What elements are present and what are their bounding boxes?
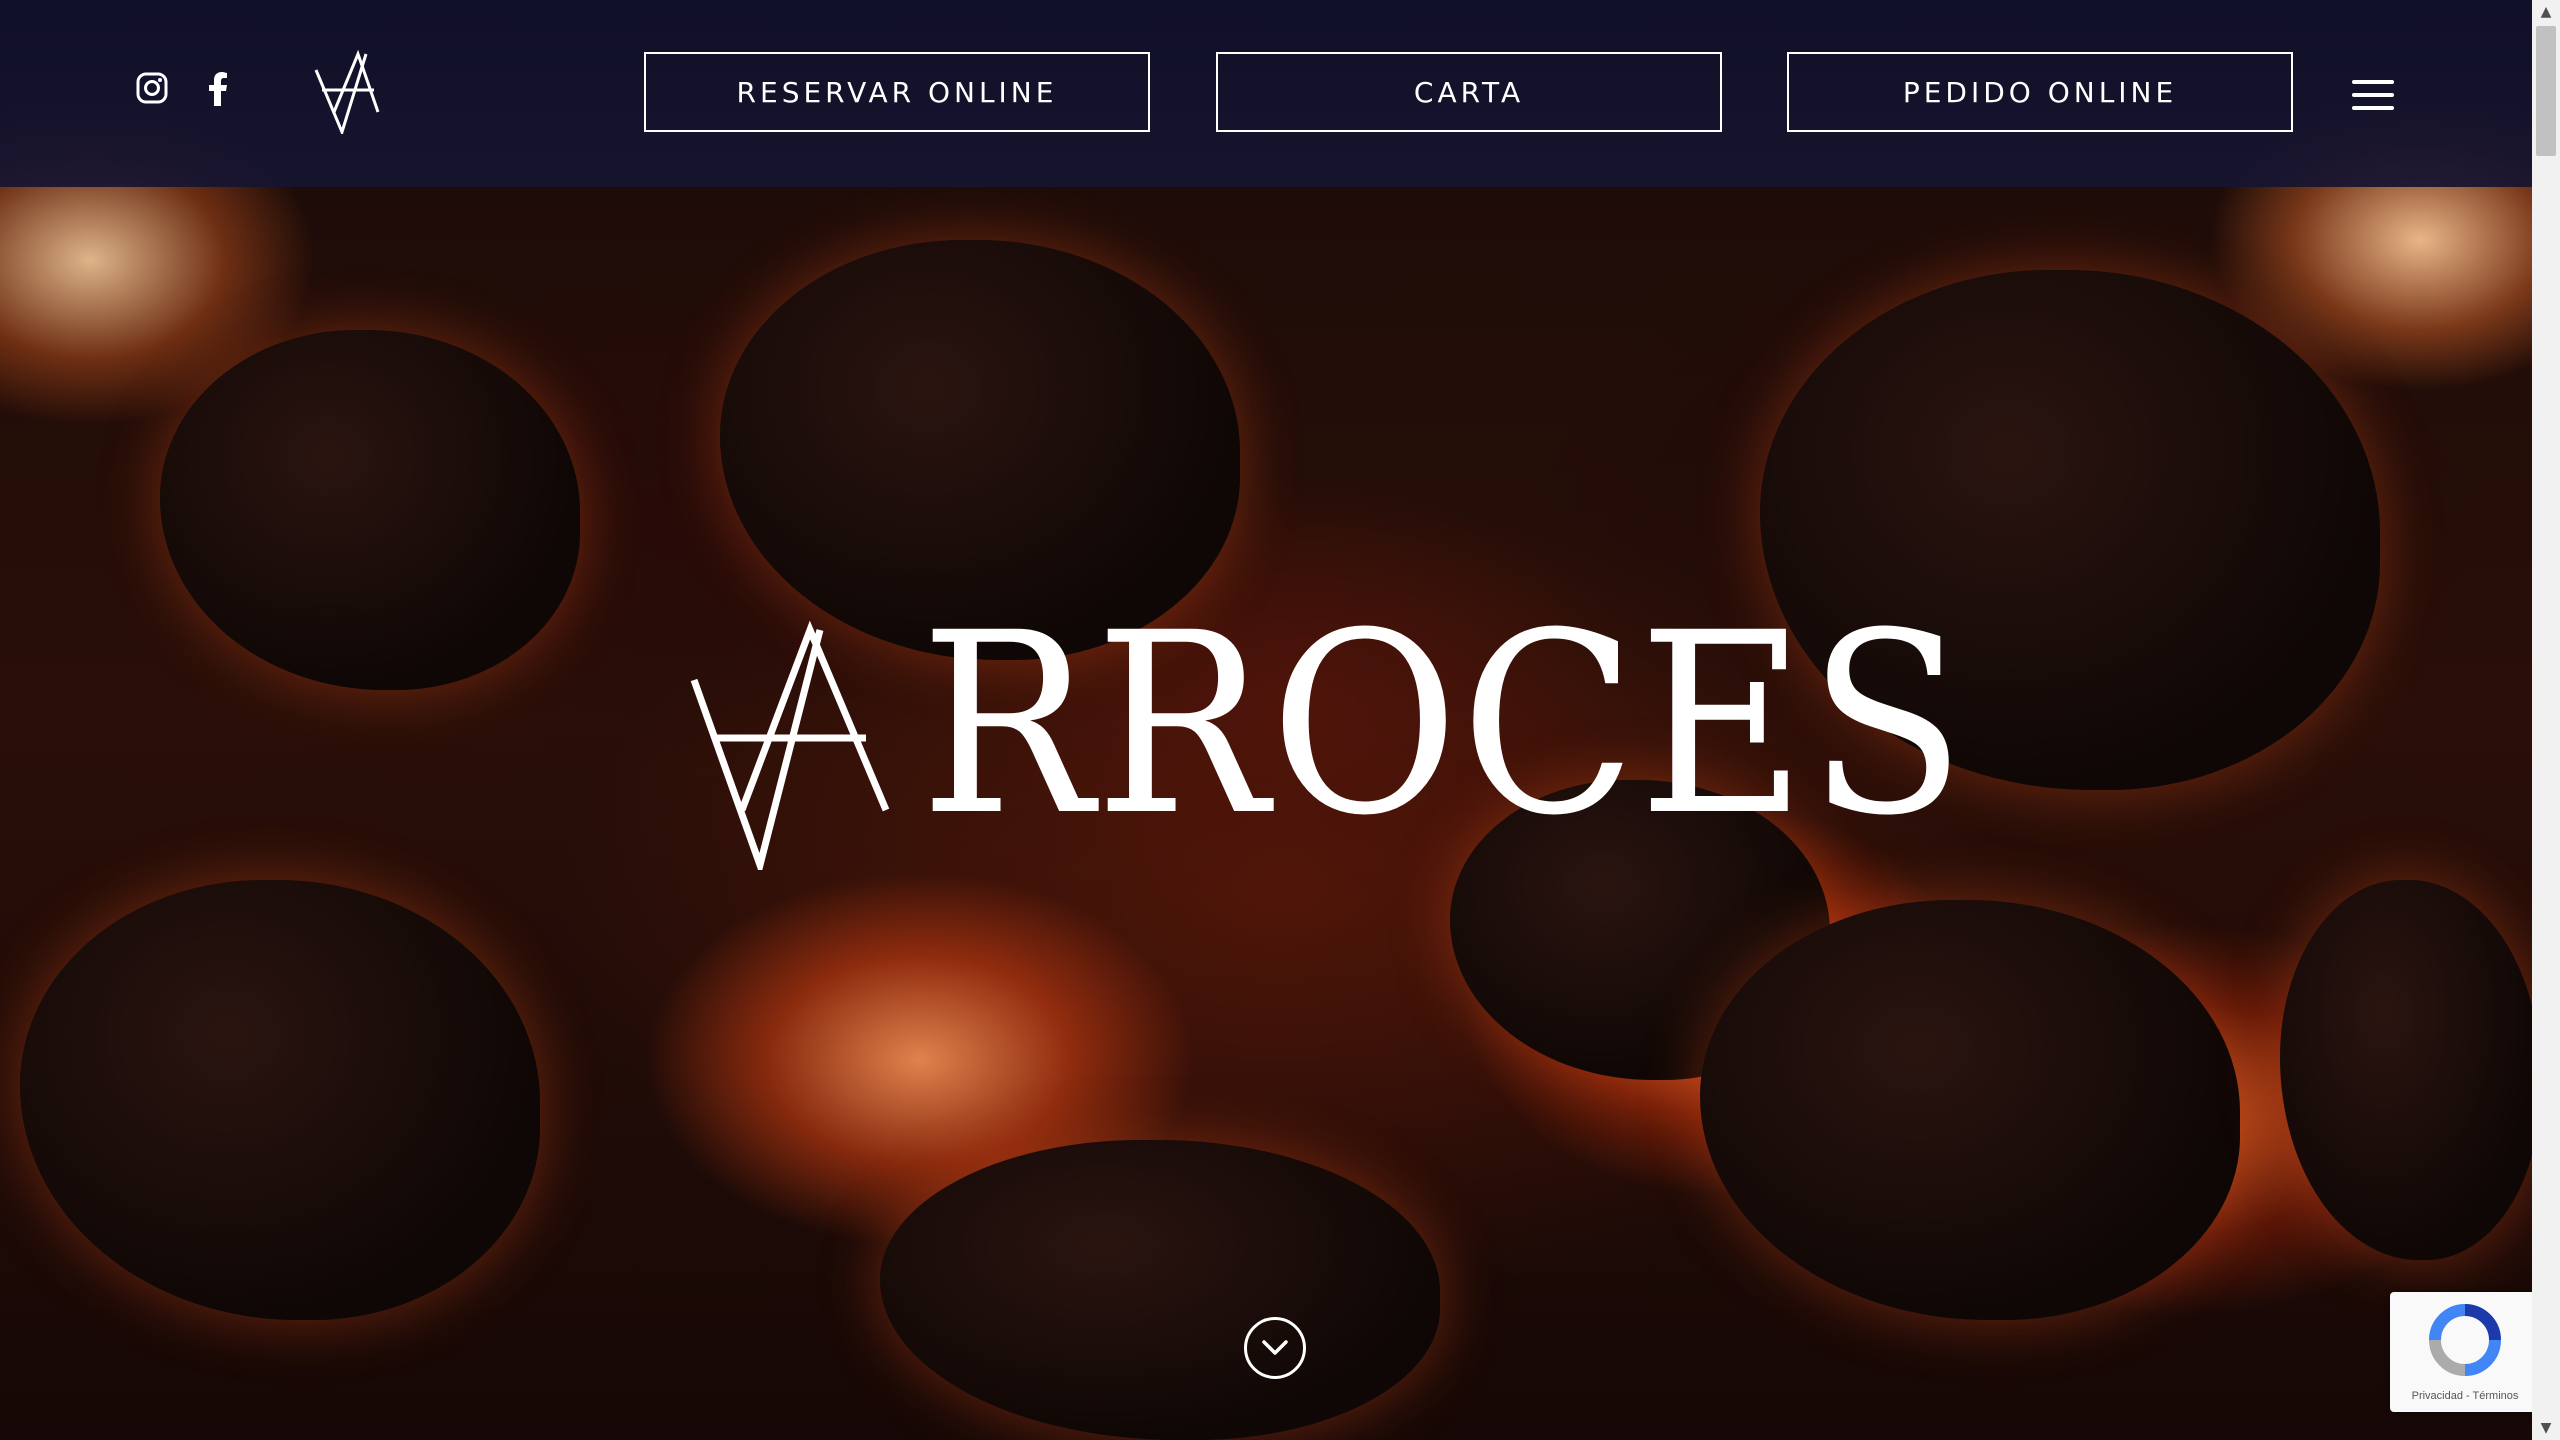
scrollbar-thumb[interactable] [2536,26,2556,156]
hero-monogram-icon [690,620,890,870]
scroll-down-arrow-icon[interactable]: ▼ [2532,1416,2560,1440]
chevron-down-icon [1262,1340,1288,1355]
scroll-down-button[interactable] [1244,1317,1306,1379]
scroll-up-arrow-icon[interactable]: ▲ [2532,0,2560,24]
facebook-icon [209,72,227,106]
recaptcha-separator: - [2462,1390,2473,1402]
reservar-online-button[interactable]: RESERVAR ONLINE [644,52,1150,132]
hamburger-menu-icon[interactable] [2352,80,2394,110]
recaptcha-icon [2429,1304,2501,1376]
coal [160,330,580,690]
instagram-link[interactable] [136,72,168,104]
recaptcha-privacy-link[interactable]: Privacidad [2412,1390,2463,1402]
coal [2280,880,2540,1260]
vertical-scrollbar[interactable]: ▲ ▼ [2532,0,2560,1440]
recaptcha-terms-link[interactable]: Términos [2473,1390,2519,1402]
coal [20,880,540,1320]
hero-brand-title: RROCES [920,579,1968,870]
instagram-icon [136,72,168,104]
pedido-online-button[interactable]: PEDIDO ONLINE [1787,52,2293,132]
coal [1700,900,2240,1320]
coal [880,1140,1440,1440]
carta-button[interactable]: CARTA [1216,52,1722,132]
va-monogram-icon[interactable] [312,49,382,137]
facebook-link[interactable] [208,72,228,106]
recaptcha-badge[interactable]: Privacidad - Términos [2390,1292,2540,1412]
header-bar: RESERVAR ONLINE CARTA PEDIDO ONLINE [0,0,2532,187]
recaptcha-links: Privacidad - Términos [2390,1390,2540,1402]
